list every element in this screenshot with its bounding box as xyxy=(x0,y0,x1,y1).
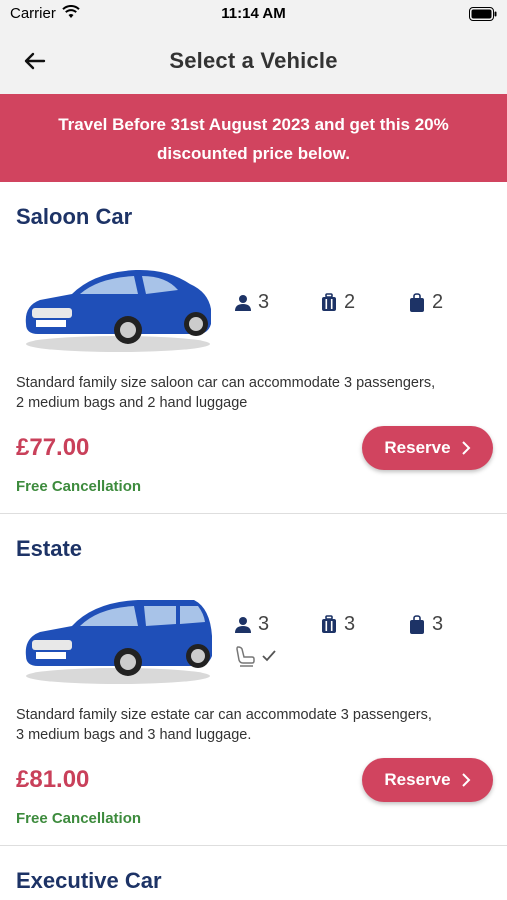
checkmark-icon xyxy=(262,650,276,662)
promo-banner-line-1: Travel Before 31st August 2023 and get t… xyxy=(58,115,449,134)
person-icon xyxy=(235,616,251,633)
hand-luggage-capacity: 2 xyxy=(408,291,443,314)
chevron-right-icon xyxy=(461,773,470,787)
battery-icon xyxy=(469,7,497,26)
vehicle-card-executive: Executive Car xyxy=(0,846,507,900)
navigation-bar: Select a Vehicle xyxy=(0,28,507,94)
handbag-icon xyxy=(410,292,424,312)
reserve-button-label: Reserve xyxy=(384,770,451,789)
vehicle-name: Executive Car xyxy=(16,868,162,893)
hand-luggage-count: 3 xyxy=(432,613,444,635)
passenger-count: 3 xyxy=(258,613,270,635)
chevron-right-icon xyxy=(461,441,470,455)
vehicle-description: Standard family size estate car can acco… xyxy=(16,705,496,745)
reserve-button-label: Reserve xyxy=(384,438,451,457)
reserve-button[interactable]: Reserve xyxy=(362,426,493,470)
vehicle-name: Saloon Car xyxy=(16,204,133,229)
vehicle-description-line-1: Standard family size estate car can acco… xyxy=(16,707,432,723)
reserve-button[interactable]: Reserve xyxy=(362,758,493,802)
luggage-count: 2 xyxy=(344,291,356,313)
promo-banner-line-2: discounted price below. xyxy=(156,144,350,163)
vehicle-description-line-2: 3 medium bags and 3 hand luggage. xyxy=(16,727,252,743)
child-seat-icon xyxy=(236,646,255,667)
estate-car-image xyxy=(25,600,213,684)
hand-luggage-count: 2 xyxy=(432,291,444,313)
page-title: Select a Vehicle xyxy=(169,48,338,73)
child-seat-available xyxy=(234,645,276,667)
passenger-capacity: 3 xyxy=(234,613,269,636)
vehicle-price: £77.00 xyxy=(16,434,90,461)
luggage-count: 3 xyxy=(344,613,356,635)
vehicle-card-estate: Estate 3 3 3 Standard family size estate… xyxy=(0,514,507,846)
person-icon xyxy=(235,294,251,311)
suitcase-icon xyxy=(322,292,336,311)
passenger-count: 3 xyxy=(258,291,270,313)
promo-banner: Travel Before 31st August 2023 and get t… xyxy=(0,94,507,182)
handbag-icon xyxy=(410,614,424,634)
saloon-car-image xyxy=(25,269,212,352)
cancellation-policy: Free Cancellation xyxy=(16,810,142,827)
luggage-capacity: 2 xyxy=(320,291,355,314)
vehicle-name: Estate xyxy=(16,536,83,561)
suitcase-icon xyxy=(322,614,336,633)
vehicle-description: Standard family size saloon car can acco… xyxy=(16,373,496,413)
clock: 11:14 AM xyxy=(221,5,286,22)
hand-luggage-capacity: 3 xyxy=(408,613,443,636)
vehicle-description-line-2: 2 medium bags and 2 hand luggage xyxy=(16,395,248,411)
luggage-capacity: 3 xyxy=(320,613,355,636)
status-bar: Carrier 11:14 AM xyxy=(0,0,507,28)
passenger-capacity: 3 xyxy=(234,291,269,314)
vehicle-card-saloon: Saloon Car 3 2 2 Standard family size sa… xyxy=(0,182,507,514)
vehicle-description-line-1: Standard family size saloon car can acco… xyxy=(16,375,436,391)
cancellation-policy: Free Cancellation xyxy=(16,478,142,495)
vehicle-price: £81.00 xyxy=(16,766,90,793)
